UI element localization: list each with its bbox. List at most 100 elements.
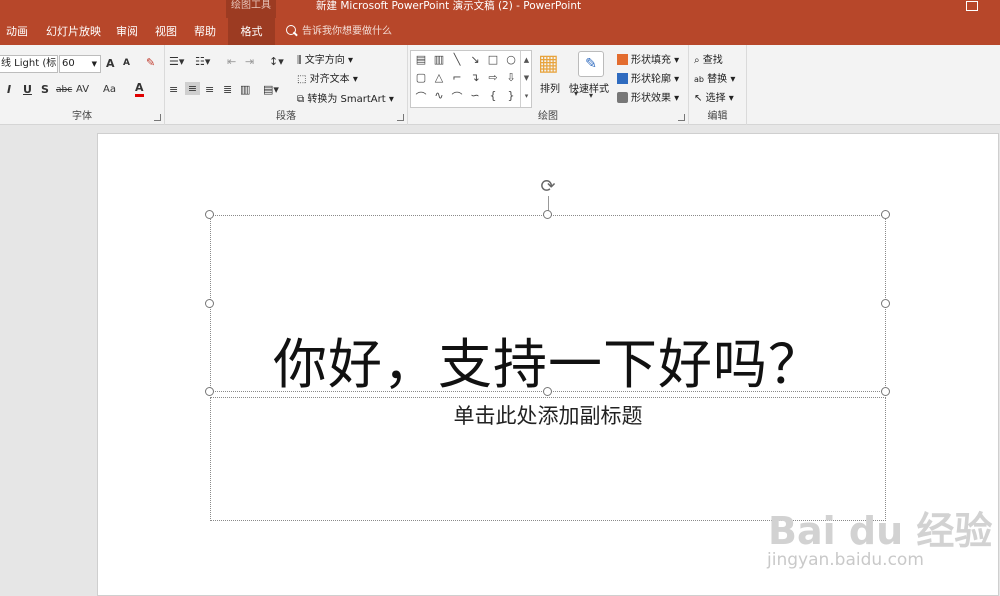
shape-effects-button[interactable]: 形状效果 ▾ [617,89,679,104]
freeform-shape-icon[interactable]: ⌒ [413,89,429,105]
font-size-box[interactable]: 60 ▼ [59,55,101,73]
tab-help[interactable]: 帮助 [194,18,216,45]
arc-shape-icon[interactable]: ⌒ [449,89,465,105]
oval-shape-icon[interactable]: ○ [503,53,519,66]
restore-ribbon-icon[interactable] [966,1,978,11]
rotate-handle-icon[interactable]: ⟳ [538,177,558,197]
shrink-font-button[interactable]: A [123,58,130,68]
shape-outline-button[interactable]: 形状轮廓 ▾ [617,70,679,85]
arrange-icon[interactable]: ▦ [538,51,559,76]
right-brace-shape-icon[interactable]: } [503,89,519,102]
quick-styles-icon[interactable]: ✎ [578,51,604,77]
line-spacing-icon[interactable]: ↕▾ [269,55,284,68]
tab-view[interactable]: 视图 [155,18,177,45]
drawing-tools-context-label: 绘图工具 [226,0,276,18]
title-bar: 绘图工具 新建 Microsoft PowerPoint 演示文稿 (2) - … [0,0,1000,18]
window-title: 新建 Microsoft PowerPoint 演示文稿 (2) - Power… [316,0,582,12]
select-icon: ↖ [694,93,703,104]
tab-review[interactable]: 审阅 [116,18,138,45]
decrease-indent-icon[interactable]: ⇤ [227,55,236,68]
drawing-dialog-launcher-icon[interactable] [678,114,685,121]
shape-fill-button[interactable]: 形状填充 ▾ [617,51,679,66]
font-dialog-launcher-icon[interactable] [154,114,161,121]
bullets-icon[interactable]: ☰▾ [169,55,184,68]
arrow-line-shape-icon[interactable]: ↘ [467,53,483,66]
text-shadow-button[interactable]: S [41,83,49,96]
paragraph-group: ☰▾ ☷▾ ⇤ ⇥ ↕▾ ⫼ 文字方向 ▾ ⬚ 对齐文本 ▾ ≡ ≡ ≡ ≣ ▥… [165,45,408,125]
textbox-shape-icon[interactable]: ▤ [413,53,429,66]
wave-shape-icon[interactable]: ∽ [467,89,483,102]
align-text-button[interactable]: ⬚ 对齐文本 ▾ [297,70,358,85]
smartart-icon: ⧉ [297,94,305,105]
triangle-shape-icon[interactable]: △ [431,71,447,84]
tell-me-search[interactable]: 告诉我你想要做什么 [286,18,392,45]
watermark-brand: Bai du 经验 [768,509,993,553]
down-arrow-shape-icon[interactable]: ⇩ [503,71,519,84]
resize-handle-bottom-right[interactable] [881,387,890,396]
replace-icon: ab [694,75,704,84]
resize-handle-top-right[interactable] [881,210,890,219]
shapes-gallery[interactable]: ▤ ▥ ╲ ↘ □ ○ ▢ △ ⌐ ↴ ⇨ ⇩ ⌒ ∿ ⌒ ∽ { } ▲ ▼ ▾ [410,50,532,108]
left-brace-shape-icon[interactable]: { [485,89,501,102]
scroll-up-icon[interactable]: ▲ [521,51,532,69]
increase-indent-icon[interactable]: ⇥ [245,55,254,68]
baidu-watermark: Bai du 经验 jingyan.baidu.com [760,488,993,578]
convert-smartart-button[interactable]: ⧉ 转换为 SmartArt ▾ [297,90,394,105]
align-center-icon[interactable]: ≡ [185,82,200,95]
vertical-textbox-shape-icon[interactable]: ▥ [431,53,447,66]
line-shape-icon[interactable]: ╲ [449,53,465,66]
strikethrough-button[interactable]: abc [56,85,72,95]
more-shapes-icon[interactable]: ▾ [521,87,532,105]
ribbon: 线 Light (标 60 ▼ A A ✎ I U S abc AV Aa A 字… [0,45,1000,125]
character-spacing-button[interactable]: AV [76,84,89,95]
arrange-button[interactable]: 排列 [540,80,560,95]
subtitle-placeholder-text[interactable]: 单击此处添加副标题 [211,400,885,430]
italic-button[interactable]: I [7,83,11,96]
tab-format[interactable]: 格式 [228,18,275,45]
rectangle-shape-icon[interactable]: □ [485,53,501,66]
search-icon [286,25,296,35]
resize-handle-middle-right[interactable] [881,299,890,308]
editing-group-label: 编辑 [707,111,728,122]
distributed-icon[interactable]: ▥ [240,83,250,96]
grow-font-button[interactable]: A [106,57,115,70]
select-button[interactable]: ↖ 选择 ▾ [694,89,734,104]
resize-handle-top-left[interactable] [205,210,214,219]
underline-button[interactable]: U [23,83,32,96]
justify-icon[interactable]: ≣ [223,83,232,96]
thumbnail-pane[interactable] [0,126,97,596]
resize-handle-top-center[interactable] [543,210,552,219]
paragraph-group-label: 段落 [276,111,296,122]
text-direction-button[interactable]: ⫼ 文字方向 ▾ [297,51,353,66]
drawing-group: ▤ ▥ ╲ ↘ □ ○ ▢ △ ⌐ ↴ ⇨ ⇩ ⌒ ∿ ⌒ ∽ { } ▲ ▼ ▾ … [408,45,689,125]
clear-formatting-icon[interactable]: ✎ [146,56,155,69]
paragraph-dialog-launcher-icon[interactable] [397,114,404,121]
numbering-icon[interactable]: ☷▾ [195,55,210,68]
font-color-button[interactable]: A [135,82,144,97]
scroll-down-icon[interactable]: ▼ [521,69,532,87]
tab-animations[interactable]: 动画 [6,18,28,45]
replace-button[interactable]: ab 替换 ▾ [694,70,735,85]
rounded-rectangle-shape-icon[interactable]: ▢ [413,71,429,84]
elbow-arrow-shape-icon[interactable]: ↴ [467,71,483,84]
resize-handle-bottom-left[interactable] [205,387,214,396]
elbow-connector-shape-icon[interactable]: ⌐ [449,71,465,84]
find-button[interactable]: ⌕ 查找 [694,51,723,66]
font-name-box[interactable]: 线 Light (标 [0,55,58,73]
select-label: 选择 [705,93,726,104]
align-right-icon[interactable]: ≡ [205,83,214,96]
shape-outline-label: 形状轮廓 [631,74,671,85]
tab-slideshow[interactable]: 幻灯片放映 [46,18,101,45]
right-arrow-shape-icon[interactable]: ⇨ [485,71,501,84]
align-left-icon[interactable]: ≡ [169,83,178,96]
title-placeholder[interactable]: 你好，支持一下好吗？ [210,215,886,396]
shape-fill-icon [617,54,628,65]
curve-shape-icon[interactable]: ∿ [431,89,447,102]
resize-handle-bottom-center[interactable] [543,387,552,396]
shape-fill-label: 形状填充 [631,55,671,66]
change-case-button[interactable]: Aa [103,84,116,95]
resize-handle-middle-left[interactable] [205,299,214,308]
columns-icon[interactable]: ▤▾ [263,83,279,96]
quick-styles-dropdown-icon: ▾ [589,91,594,100]
shapes-scrollbar[interactable]: ▲ ▼ ▾ [520,51,532,107]
